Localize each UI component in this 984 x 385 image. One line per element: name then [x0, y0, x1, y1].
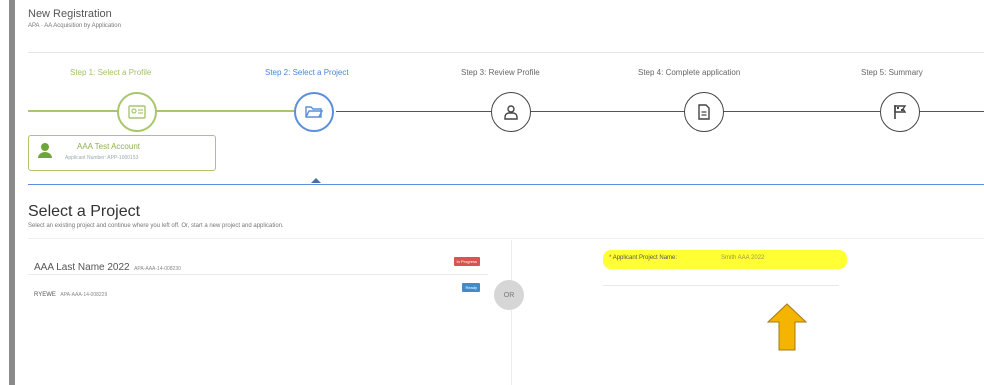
required-mark: * — [609, 255, 612, 261]
section-divider — [28, 238, 984, 239]
step-connector — [523, 111, 686, 112]
profile-card[interactable]: AAA Test Account Applicant Number: APP-1… — [28, 135, 216, 171]
step-1-circle[interactable] — [117, 92, 157, 132]
left-rule — [9, 0, 15, 385]
step-5-label[interactable]: Step 5: Summary — [861, 68, 923, 77]
step-connector — [155, 110, 304, 112]
document-icon — [698, 104, 710, 120]
step-4-circle[interactable] — [684, 92, 724, 132]
user-avatar-icon — [38, 143, 52, 158]
page-subtitle: APA · AA Acquisition by Application — [28, 23, 121, 29]
step-1-label[interactable]: Step 1: Select a Profile — [70, 68, 151, 77]
project-name: AAA Last Name 2022 — [34, 262, 130, 273]
page-title: New Registration — [28, 8, 112, 20]
status-badge: Ready — [462, 283, 480, 292]
step-3-circle[interactable] — [491, 92, 531, 132]
project-id: APA-AAA-14-008229 — [60, 292, 108, 298]
project-list: AAA Last Name 2022 APA-AAA-14-008230 In … — [28, 245, 511, 385]
or-separator: OR — [494, 280, 524, 310]
project-name-field[interactable]: * Applicant Project Name: Smith AAA 2022 — [603, 250, 847, 269]
step-connector — [336, 111, 491, 112]
project-id: APA-AAA-14-008230 — [134, 266, 181, 272]
profile-number: Applicant Number: APP-1000153 — [65, 155, 139, 161]
project-name: RYEWE — [34, 292, 56, 298]
flag-icon — [894, 105, 907, 119]
section-description: Select an existing project and continue … — [28, 223, 284, 229]
project-name-label: * Applicant Project Name: — [609, 255, 677, 261]
panel-divider — [511, 240, 512, 385]
project-label: RYEWE APA-AAA-14-008229 — [34, 283, 107, 301]
step-4-label[interactable]: Step 4: Complete application — [638, 68, 740, 77]
step-2-label[interactable]: Step 2: Select a Project — [265, 68, 349, 77]
step-connector — [28, 110, 123, 112]
project-name-label-text: Applicant Project Name: — [612, 255, 678, 261]
step-connector — [718, 111, 880, 112]
field-underline — [603, 285, 839, 286]
step-divider — [28, 184, 984, 185]
user-icon — [504, 105, 518, 120]
section-title: Select a Project — [28, 203, 141, 220]
page-header: New Registration APA · AA Acquisition by… — [28, 8, 121, 29]
folder-open-icon — [305, 106, 323, 118]
project-row[interactable]: RYEWE APA-AAA-14-008229 Ready — [28, 277, 488, 301]
step-2-circle[interactable] — [294, 92, 334, 132]
profile-name: AAA Test Account — [77, 142, 141, 151]
project-row[interactable]: AAA Last Name 2022 APA-AAA-14-008230 In … — [28, 251, 488, 275]
header-divider — [28, 52, 984, 53]
active-step-pointer — [311, 178, 321, 183]
id-card-icon — [128, 105, 146, 119]
step-3-label[interactable]: Step 3: Review Profile — [461, 68, 540, 77]
project-name-input[interactable]: Smith AAA 2022 — [721, 255, 764, 261]
step-5-circle[interactable] — [880, 92, 920, 132]
up-arrow-icon — [766, 303, 808, 351]
step-connector — [912, 111, 984, 112]
project-label: AAA Last Name 2022 APA-AAA-14-008230 — [34, 257, 181, 275]
status-badge: In Progress — [453, 257, 480, 266]
